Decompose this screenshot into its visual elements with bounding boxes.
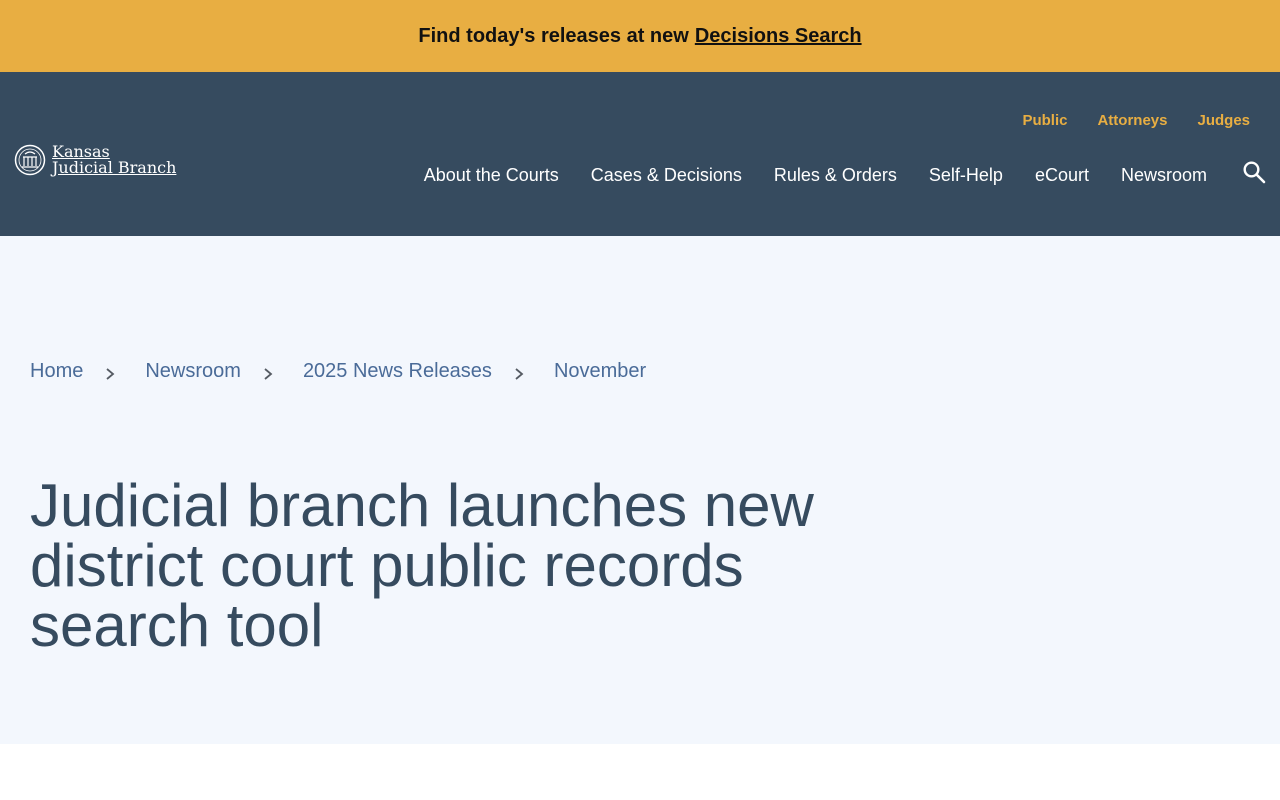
main-nav: About the Courts Cases & Decisions Rules… xyxy=(424,165,1207,186)
breadcrumb: Home Newsroom 2025 News Releases Novembe… xyxy=(30,360,646,383)
chevron-right-icon xyxy=(264,367,273,380)
state-seal-icon xyxy=(14,144,46,176)
breadcrumb-home[interactable]: Home xyxy=(30,360,83,383)
search-icon xyxy=(1243,161,1266,184)
breadcrumb-newsroom[interactable]: Newsroom xyxy=(145,360,241,383)
nav-ecourt[interactable]: eCourt xyxy=(1035,165,1089,186)
utility-link-attorneys[interactable]: Attorneys xyxy=(1097,112,1167,129)
logo-line-2: Judicial Branch xyxy=(52,158,177,177)
nav-about-the-courts[interactable]: About the Courts xyxy=(424,165,559,186)
nav-rules-orders[interactable]: Rules & Orders xyxy=(774,165,897,186)
nav-newsroom[interactable]: Newsroom xyxy=(1121,165,1207,186)
chevron-right-icon xyxy=(106,367,115,380)
nav-cases-decisions[interactable]: Cases & Decisions xyxy=(591,165,742,186)
utility-link-judges[interactable]: Judges xyxy=(1197,112,1250,129)
utility-link-public[interactable]: Public xyxy=(1022,112,1067,129)
search-button[interactable] xyxy=(1241,160,1267,186)
alert-banner: Find today's releases at new Decisions S… xyxy=(0,0,1280,72)
site-logo[interactable]: Kansas Judicial Branch xyxy=(14,142,176,178)
site-header: Kansas Judicial Branch Public Attorneys … xyxy=(0,72,1280,236)
breadcrumb-november[interactable]: November xyxy=(554,360,646,383)
logo-text: Kansas Judicial Branch xyxy=(52,144,176,176)
nav-self-help[interactable]: Self-Help xyxy=(929,165,1003,186)
utility-nav: Public Attorneys Judges xyxy=(1022,112,1250,129)
alert-text: Find today's releases at new xyxy=(418,24,689,47)
page-title: Judicial branch launches new district co… xyxy=(30,472,814,659)
decisions-search-link[interactable]: Decisions Search xyxy=(695,25,862,48)
breadcrumb-2025-news-releases[interactable]: 2025 News Releases xyxy=(303,360,492,383)
page-hero: Home Newsroom 2025 News Releases Novembe… xyxy=(0,236,1280,744)
chevron-right-icon xyxy=(515,367,524,380)
